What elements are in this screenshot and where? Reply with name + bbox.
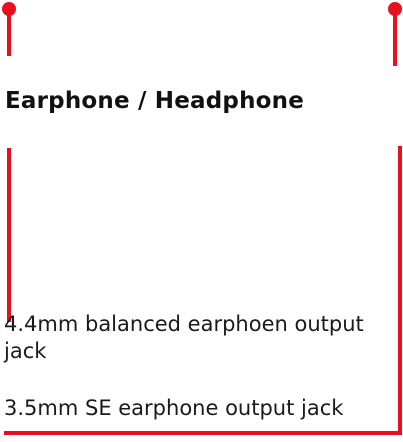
callout-lines [2,2,402,435]
balanced-jack-label: 4.4mm balanced earphoen output jack [4,312,364,363]
left-callout-dot [2,2,16,16]
right-callout-dot [388,2,402,16]
se-jack-label: 3.5mm SE earphone output jack [4,396,344,420]
section-heading: Earphone / Headphone [5,88,305,114]
